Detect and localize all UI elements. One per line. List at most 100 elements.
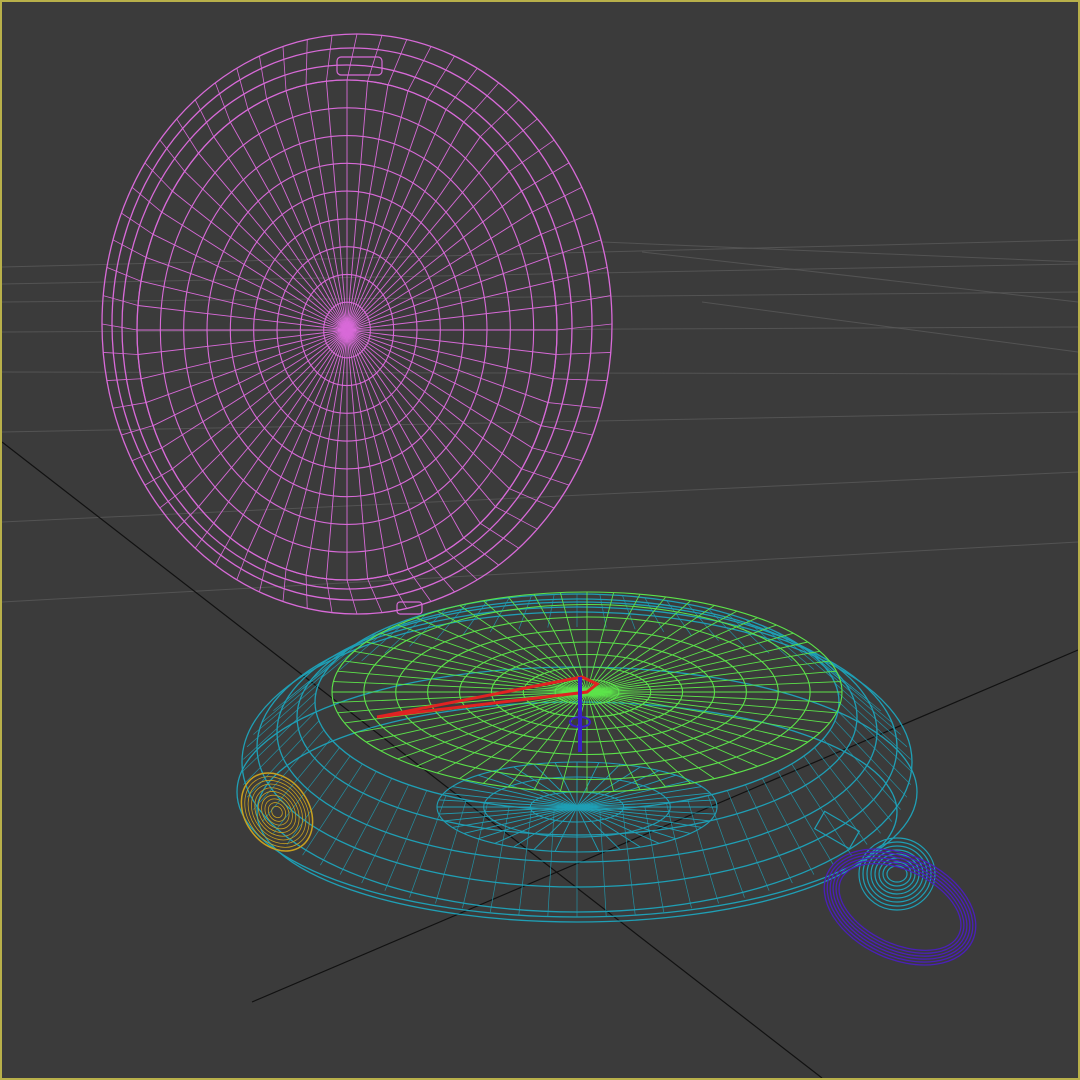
dial-spoke bbox=[586, 691, 692, 784]
side-button-outline bbox=[240, 772, 314, 852]
lid-segment bbox=[521, 162, 570, 192]
case-segment bbox=[361, 784, 409, 884]
bow-ring-wireframe[interactable] bbox=[806, 810, 995, 988]
lid-segment bbox=[346, 579, 358, 615]
side-button-segment bbox=[251, 783, 303, 841]
watch-lid-wireframe[interactable] bbox=[101, 33, 613, 615]
grid-line bbox=[2, 326, 1078, 333]
bow-ring-segment bbox=[826, 851, 974, 963]
side-button-wireframe[interactable] bbox=[227, 759, 328, 865]
side-button-segment bbox=[271, 805, 283, 819]
lid-segment bbox=[552, 267, 608, 282]
case-back-spoke bbox=[494, 806, 578, 844]
lid-segment bbox=[552, 378, 608, 381]
lid-segment bbox=[547, 402, 602, 409]
lid-face bbox=[136, 79, 558, 581]
lid-face-spoke bbox=[346, 329, 369, 579]
dial-spoke bbox=[586, 605, 715, 693]
case-segment bbox=[644, 806, 665, 913]
grid-line bbox=[2, 263, 1078, 285]
lid-face-spoke bbox=[184, 329, 348, 489]
lid-segment bbox=[101, 323, 138, 331]
case-segment bbox=[829, 729, 901, 810]
lid-segment bbox=[282, 46, 287, 91]
case-segment bbox=[622, 808, 636, 915]
lid-segment bbox=[407, 46, 432, 91]
lid-segment bbox=[259, 56, 268, 100]
case-segment bbox=[814, 656, 881, 711]
lid-segment bbox=[214, 82, 231, 123]
dial-spoke bbox=[586, 691, 777, 760]
lid-segment bbox=[159, 139, 185, 172]
lid-face-spoke bbox=[152, 233, 348, 331]
lid-segment bbox=[131, 447, 162, 462]
lid-segment bbox=[176, 118, 199, 154]
case-segment bbox=[745, 784, 793, 884]
case-back-spoke bbox=[576, 806, 660, 844]
lid-face-spoke bbox=[346, 329, 428, 562]
lid-segment bbox=[282, 569, 287, 602]
lid-face-spoke bbox=[325, 329, 348, 579]
lid-face-spoke bbox=[266, 329, 348, 562]
side-button-segment bbox=[257, 791, 297, 833]
case-segment bbox=[518, 808, 532, 915]
lid-face-spoke bbox=[346, 329, 542, 427]
lid-face-spoke bbox=[213, 329, 348, 524]
lid-segment bbox=[509, 139, 555, 172]
axis-line-x bbox=[2, 441, 823, 1078]
lid-segment bbox=[445, 68, 478, 110]
lid-segment bbox=[547, 239, 602, 258]
lid-segment bbox=[427, 55, 455, 100]
lid-face-spoke bbox=[346, 81, 369, 331]
lid-segment bbox=[236, 550, 249, 580]
case-segment bbox=[273, 747, 340, 834]
lid-segment bbox=[103, 352, 139, 355]
case-back bbox=[436, 761, 718, 853]
lid-face-spoke bbox=[213, 136, 348, 331]
lid-segment bbox=[106, 378, 142, 381]
lid-face-spoke bbox=[346, 329, 557, 355]
lid-face-spoke bbox=[346, 233, 542, 331]
lid-segment bbox=[112, 402, 147, 409]
lid-face-spoke bbox=[152, 329, 348, 427]
lid-segment bbox=[236, 68, 249, 110]
world-axes bbox=[2, 441, 1078, 1078]
watch-case-wireframe[interactable] bbox=[236, 593, 918, 923]
lid-segment bbox=[112, 239, 147, 258]
grid-line bbox=[2, 239, 1078, 268]
lid-face-spoke bbox=[184, 171, 348, 331]
lid-segment bbox=[367, 578, 383, 613]
lid-segment bbox=[305, 575, 308, 609]
lid-segment bbox=[121, 425, 154, 436]
lid-face-spoke bbox=[346, 136, 481, 331]
lid-segment bbox=[326, 35, 333, 82]
lid-face-spoke bbox=[346, 329, 510, 489]
3d-viewport[interactable] bbox=[0, 0, 1080, 1080]
lid-segment bbox=[555, 352, 611, 355]
lid-segment bbox=[463, 537, 499, 566]
case-segment bbox=[707, 795, 745, 898]
dial-spoke bbox=[586, 624, 777, 693]
lid-face-spoke bbox=[346, 171, 510, 331]
lid-segment bbox=[540, 425, 593, 436]
lid-face-spoke bbox=[266, 98, 348, 331]
case-segment bbox=[761, 778, 815, 875]
case-segment bbox=[547, 809, 555, 917]
case-segment bbox=[409, 795, 447, 898]
lid-face-spoke bbox=[346, 329, 481, 524]
case-back-spoke bbox=[463, 806, 578, 834]
lid-face-spoke bbox=[137, 329, 348, 355]
lid-segment bbox=[480, 522, 519, 549]
case-segment bbox=[339, 778, 393, 875]
lid-segment bbox=[387, 39, 408, 85]
grid-line bbox=[2, 291, 1078, 303]
case-back-spoke bbox=[576, 806, 691, 834]
case-segment bbox=[302, 639, 363, 690]
lid-segment bbox=[540, 212, 593, 235]
case-segment bbox=[599, 809, 607, 917]
grid-line bbox=[601, 241, 1078, 263]
lid-segment bbox=[532, 447, 582, 462]
lid-face-spoke bbox=[137, 305, 348, 331]
lid-face-spoke bbox=[346, 98, 428, 331]
lid-face-spoke bbox=[325, 81, 348, 331]
